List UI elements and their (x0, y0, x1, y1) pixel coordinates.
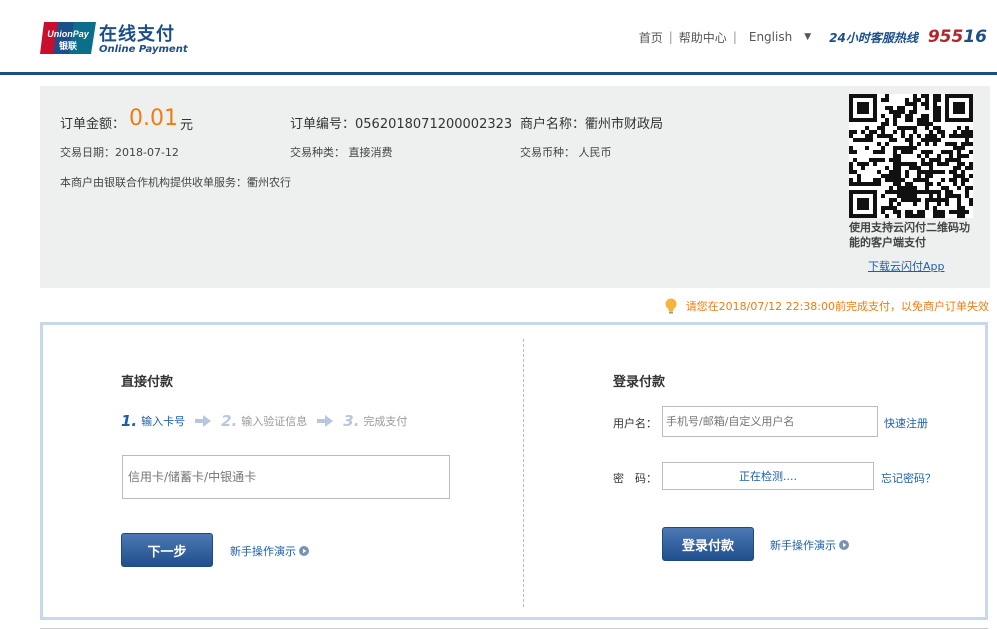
amount-unit: 元 (180, 118, 194, 133)
step-1: 1. 输入卡号 (121, 412, 185, 430)
brand-name-cn: 在线支付 (99, 24, 175, 45)
payment-deadline-warning: 请您在2018/07/12 22:38:00前完成支付，以免商户订单失效 (664, 297, 989, 315)
nav-home-link[interactable]: 首页 (639, 29, 663, 46)
demo-link-label: 新手操作演示 (770, 539, 836, 552)
divider (523, 339, 524, 607)
password-input[interactable] (662, 462, 874, 490)
step-label: 输入卡号 (141, 415, 186, 428)
svg-text:UnionPay: UnionPay (47, 29, 90, 39)
login-pay-button[interactable]: 登录付款 (662, 527, 754, 561)
step-3: 3. 完成支付 (343, 412, 407, 430)
step-indicator: 1. 输入卡号 2. 输入验证信息 3. 完成支付 (121, 412, 407, 430)
hotline-label: 24小时客服热线 (829, 30, 918, 45)
warning-text: 请您在2018/07/12 22:38:00前完成支付，以免商户订单失效 (685, 300, 989, 313)
username-label: 用户名： (613, 417, 657, 430)
forgot-password-link[interactable]: 忘记密码？ (881, 470, 936, 486)
step-2: 2. 输入验证信息 (221, 412, 307, 430)
transaction-type: 交易种类： 直接消费 (290, 146, 393, 159)
qr-code-icon (849, 94, 973, 218)
login-demo-link[interactable]: 新手操作演示 (770, 537, 849, 553)
arrow-right-icon (195, 415, 212, 427)
qr-note: 使用支持云闪付二维码功能的客户端支付 (849, 221, 970, 249)
nav-separator: | (732, 30, 737, 44)
password-label: 密 码： (613, 472, 657, 485)
login-pay-title: 登录付款 (613, 375, 666, 390)
play-circle-icon (299, 546, 309, 556)
order-number: 订单编号：0562018071200002323 (290, 117, 513, 132)
nav-help-link[interactable]: 帮助中心 (679, 29, 727, 46)
hotline-number: 95516 (928, 27, 987, 47)
nav-separator: | (668, 30, 673, 44)
footer-divider (40, 628, 988, 629)
merchant-name: 商户名称：衢州市财政局 (520, 117, 664, 132)
demo-link-label: 新手操作演示 (230, 545, 296, 558)
transaction-date: 交易日期：2018-07-12 (60, 146, 179, 159)
hotline-number-part-a: 955 (927, 27, 964, 47)
amount-label: 订单金额： (60, 117, 126, 132)
header: UnionPay 银联 在线支付 Online Payment 首页 | 帮助中… (0, 0, 997, 75)
play-circle-icon (839, 540, 849, 550)
payment-box: 直接付款 1. 输入卡号 2. 输入验证信息 3. 完成支付 下一步 新手操作演… (40, 322, 988, 620)
language-select[interactable]: English (749, 30, 792, 44)
arrow-right-icon (317, 415, 334, 427)
unionpay-logo: UnionPay 银联 (40, 22, 96, 54)
order-amount: 0.01 (129, 106, 178, 131)
chevron-down-icon[interactable]: ▼ (804, 32, 811, 42)
top-nav: 首页 | 帮助中心 | English ▼ 24小时客服热线 95516 (639, 27, 987, 47)
hotline-number-part-b: 16 (963, 27, 987, 47)
brand-name-en: Online Payment (99, 44, 188, 55)
step-label: 输入验证信息 (241, 415, 308, 428)
transaction-currency: 交易币种： 人民币 (520, 146, 612, 159)
direct-pay-title: 直接付款 (121, 375, 174, 390)
step-number: 3. (343, 412, 360, 430)
step-number: 2. (221, 412, 238, 430)
acquirer-note: 本商户由银联合作机构提供收单服务：衢州农行 (60, 176, 291, 189)
download-app-link[interactable]: 下载云闪付App (868, 258, 945, 274)
direct-demo-link[interactable]: 新手操作演示 (230, 543, 309, 559)
order-info-panel: 订单金额： 0.01 元 订单编号：0562018071200002323 商户… (40, 86, 990, 288)
next-step-button[interactable]: 下一步 (121, 533, 213, 567)
card-number-input[interactable] (122, 455, 450, 499)
step-number: 1. (121, 412, 138, 430)
lightbulb-icon (665, 298, 677, 314)
step-label: 完成支付 (363, 415, 408, 428)
username-input[interactable] (662, 406, 878, 437)
svg-text:银联: 银联 (59, 40, 78, 52)
quick-register-link[interactable]: 快速注册 (884, 415, 928, 431)
